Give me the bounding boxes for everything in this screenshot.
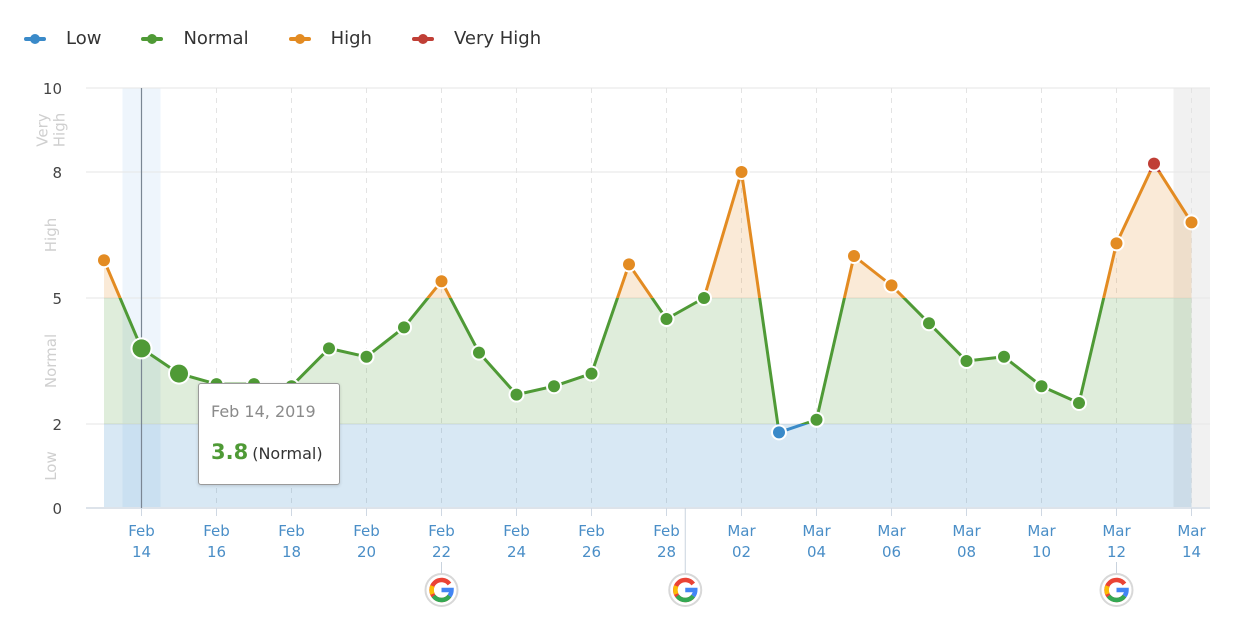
x-tick-day: 18 — [282, 543, 301, 561]
x-tick-month: Mar — [1102, 522, 1131, 540]
data-point — [623, 258, 635, 271]
y-band-label: Normal — [42, 334, 60, 388]
x-tick-month: Feb — [428, 522, 455, 540]
x-tick-month: Feb — [653, 522, 680, 540]
data-point — [98, 254, 110, 267]
y-tick-label: 2 — [52, 416, 62, 434]
x-tick-day: 28 — [657, 543, 676, 561]
data-point — [998, 350, 1010, 363]
data-point — [773, 426, 785, 439]
data-point — [923, 317, 935, 330]
data-point — [848, 250, 860, 262]
data-point — [170, 364, 188, 383]
data-point — [132, 339, 151, 358]
x-tick-month: Feb — [578, 522, 605, 540]
y-tick-label: 8 — [52, 164, 62, 182]
x-tick-month: Mar — [802, 522, 831, 540]
google-icon-arc — [673, 585, 679, 595]
y-tick-label: 0 — [52, 500, 62, 518]
data-point — [510, 388, 523, 401]
google-update-icon[interactable] — [424, 573, 459, 607]
x-tick-day: 16 — [207, 543, 226, 561]
x-tick-day: 04 — [807, 543, 826, 561]
x-tick-month: Mar — [1177, 522, 1206, 540]
y-band-label: High — [42, 218, 60, 252]
google-update-icon[interactable] — [1099, 573, 1134, 607]
x-tick-day: 24 — [507, 543, 526, 561]
data-point — [585, 367, 598, 380]
y-band-label: High — [51, 113, 69, 147]
google-update-icon[interactable] — [668, 573, 703, 607]
data-point — [398, 321, 410, 334]
y-tick-label: 5 — [52, 290, 62, 308]
data-point — [698, 292, 710, 304]
x-tick-month: Feb — [503, 522, 530, 540]
x-tick-day: 02 — [732, 543, 751, 561]
tooltip: Feb 14, 2019 3.8 (Normal) — [198, 383, 340, 485]
x-tick-month: Feb — [203, 522, 230, 540]
y-band-label: Low — [42, 451, 60, 481]
x-tick-day: 08 — [957, 543, 976, 561]
data-point — [1035, 380, 1048, 393]
volatility-chart: 025810LowNormalHighVery HighFeb14Feb16Feb… — [34, 80, 1210, 607]
tooltip-value: 3.8 — [211, 440, 249, 464]
x-tick-day: 26 — [582, 543, 601, 561]
google-icon-arc — [429, 585, 435, 595]
data-point — [548, 380, 560, 393]
x-tick-month: Mar — [877, 522, 906, 540]
data-point — [1073, 397, 1085, 409]
x-tick-day: 22 — [432, 543, 451, 561]
data-point — [1110, 237, 1123, 250]
data-point — [960, 355, 973, 367]
data-point — [1148, 157, 1160, 170]
data-point — [473, 346, 485, 359]
x-tick-day: 06 — [882, 543, 901, 561]
y-tick-label: 10 — [43, 80, 62, 98]
tooltip-date: Feb 14, 2019 — [211, 402, 316, 421]
x-tick-day: 14 — [1182, 543, 1201, 561]
data-point — [323, 342, 335, 355]
x-tick-month: Feb — [128, 522, 155, 540]
x-tick-month: Feb — [278, 522, 305, 540]
x-tick-month: Mar — [727, 522, 756, 540]
data-point — [885, 279, 898, 292]
data-point — [435, 275, 448, 288]
x-tick-month: Mar — [952, 522, 981, 540]
x-tick-day: 12 — [1107, 543, 1126, 561]
data-point — [810, 413, 823, 426]
tooltip-category: (Normal) — [252, 444, 323, 463]
data-point — [360, 350, 373, 363]
x-tick-day: 20 — [357, 543, 376, 561]
x-tick-day: 14 — [132, 543, 151, 561]
data-point — [735, 166, 748, 178]
y-band-label: Very — [34, 113, 52, 146]
data-point — [660, 313, 673, 325]
x-tick-day: 10 — [1032, 543, 1051, 561]
x-tick-month: Mar — [1027, 522, 1056, 540]
data-point — [1185, 216, 1198, 229]
google-icon-arc — [1104, 585, 1110, 595]
x-tick-month: Feb — [353, 522, 380, 540]
tooltip-value-row: 3.8 (Normal) — [211, 440, 323, 464]
